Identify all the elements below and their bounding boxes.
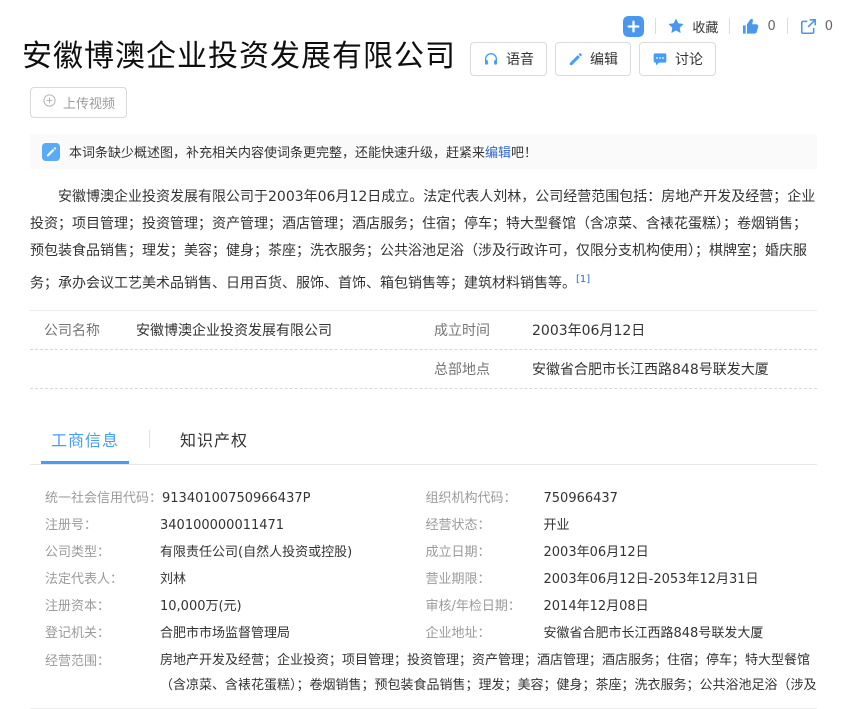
- like-count: 0: [767, 19, 775, 34]
- founding-date-label: 成立日期：: [424, 539, 544, 566]
- table-row: 公司名称 安徽博澳企业投资发展有限公司 成立时间 2003年06月12日: [30, 311, 817, 350]
- founding-date-value: 2003年06月12日: [544, 539, 818, 566]
- chat-bubble-icon: [652, 51, 668, 67]
- share-count: 0: [825, 19, 833, 34]
- company-name-label: 公司名称: [44, 320, 136, 340]
- business-scope-label: 经营范围：: [30, 648, 160, 675]
- tab-bar: 工商信息 知识产权: [30, 419, 817, 465]
- company-summary: 安徽博澳企业投资发展有限公司于2003年06月12日成立。法定代表人刘林，公司经…: [30, 184, 817, 298]
- tab-business-info[interactable]: 工商信息: [48, 419, 122, 464]
- detail-row: 注册资本： 10,000万(元): [30, 593, 424, 620]
- detail-row-business-scope: 经营范围： 房地产开发及经营；企业投资；项目管理；投资管理；资产管理；酒店管理；…: [30, 648, 817, 698]
- headphones-icon: [483, 51, 499, 67]
- detail-row: 组织机构代码： 750966437: [424, 485, 818, 512]
- notice-text-after: 吧！: [511, 146, 537, 161]
- registered-capital-value: 10,000万(元): [160, 593, 424, 620]
- detail-row: 经营状态： 开业: [424, 512, 818, 539]
- detail-grid: 统一社会信用代码： 91340100750966437P 注册号： 340100…: [30, 485, 817, 647]
- inspection-date-value: 2014年12月08日: [544, 593, 818, 620]
- divider: [729, 18, 730, 34]
- registration-no-value: 340100000011471: [160, 512, 424, 539]
- notice-text: 本词条缺少概述图，补充相关内容使词条更完整，还能快速升级，赶紧来编辑吧！: [69, 142, 537, 161]
- detail-column-right: 组织机构代码： 750966437 经营状态： 开业 成立日期： 2003年06…: [424, 485, 818, 647]
- hq-value: 安徽省合肥市长江西路848号联发大厦: [532, 359, 817, 379]
- credit-code-value: 91340100750966437P: [162, 485, 423, 512]
- circle-plus-icon: [42, 93, 57, 112]
- legal-rep-value: 刘林: [160, 566, 424, 593]
- company-address-label: 企业地址：: [424, 620, 544, 647]
- tab-intellectual-property[interactable]: 知识产权: [177, 419, 251, 464]
- voice-button[interactable]: 语音: [470, 42, 547, 76]
- edit-label: 编辑: [590, 49, 618, 69]
- detail-row: 审核/年检日期： 2014年12月08日: [424, 593, 818, 620]
- baike-entry-page: 收藏 0 0 安徽博澳企业投资发展有限公司 语音: [0, 0, 847, 658]
- notice-text-before: 本词条缺少概述图，补充相关内容使词条更完整，还能快速升级，赶紧来: [69, 146, 485, 161]
- divider: [655, 18, 656, 34]
- business-scope-value: 房地产开发及经营；企业投资；项目管理；投资管理；资产管理；酒店管理；酒店服务；住…: [160, 648, 817, 698]
- business-status-label: 经营状态：: [424, 512, 544, 539]
- company-name-value: 安徽博澳企业投资发展有限公司: [136, 320, 434, 340]
- basic-info-table: 公司名称 安徽博澳企业投资发展有限公司 成立时间 2003年06月12日 总部地…: [30, 310, 817, 389]
- pencil-icon: [568, 52, 583, 67]
- add-button[interactable]: [623, 16, 644, 37]
- favorite-label: 收藏: [692, 17, 718, 36]
- edit-button[interactable]: 编辑: [555, 42, 631, 76]
- business-term-value: 2003年06月12日-2053年12月31日: [544, 566, 818, 593]
- org-code-value: 750966437: [544, 485, 818, 512]
- company-type-value: 有限责任公司(自然人投资或控股): [160, 539, 424, 566]
- detail-row: 登记机关： 合肥市市场监督管理局: [30, 620, 424, 647]
- thumbs-up-icon: [741, 17, 760, 36]
- detail-row: 法定代表人： 刘林: [30, 566, 424, 593]
- business-term-label: 营业期限：: [424, 566, 544, 593]
- tab-divider: [149, 430, 150, 448]
- business-info-section: 统一社会信用代码： 91340100750966437P 注册号： 340100…: [30, 485, 817, 709]
- plus-square-icon: [623, 16, 644, 37]
- top-action-bar: 收藏 0 0: [0, 0, 847, 38]
- title-buttons: 语音 编辑 讨论: [470, 42, 716, 76]
- discuss-button[interactable]: 讨论: [639, 42, 716, 76]
- registration-no-label: 注册号：: [30, 512, 160, 539]
- voice-label: 语音: [506, 49, 534, 69]
- share-button[interactable]: 0: [799, 17, 833, 36]
- summary-text: 安徽博澳企业投资发展有限公司于2003年06月12日成立。法定代表人刘林，公司经…: [30, 189, 815, 292]
- detail-row: 营业期限： 2003年06月12日-2053年12月31日: [424, 566, 818, 593]
- business-status-value: 开业: [544, 512, 818, 539]
- star-icon: [667, 17, 685, 35]
- company-type-label: 公司类型：: [30, 539, 160, 566]
- upload-video-label: 上传视频: [63, 93, 115, 112]
- registry-authority-value: 合肥市市场监督管理局: [160, 620, 424, 647]
- title-row: 安徽博澳企业投资发展有限公司 语音 编辑 讨论: [0, 38, 847, 76]
- detail-column-left: 统一社会信用代码： 91340100750966437P 注册号： 340100…: [30, 485, 424, 647]
- notice-edit-link[interactable]: 编辑: [485, 146, 511, 161]
- detail-row: 成立日期： 2003年06月12日: [424, 539, 818, 566]
- table-row: 总部地点 安徽省合肥市长江西路848号联发大厦: [30, 350, 817, 389]
- share-icon: [799, 17, 818, 36]
- favorite-button[interactable]: 收藏: [667, 17, 718, 36]
- company-address-value: 安徽省合肥市长江西路848号联发大厦: [544, 620, 818, 647]
- detail-row: 统一社会信用代码： 91340100750966437P: [30, 485, 424, 512]
- founded-label: 成立时间: [434, 320, 532, 340]
- org-code-label: 组织机构代码：: [424, 485, 544, 512]
- inspection-date-label: 审核/年检日期：: [424, 593, 544, 620]
- edit-pencil-icon: [42, 143, 60, 161]
- hq-label: 总部地点: [434, 359, 532, 379]
- page-title: 安徽博澳企业投资发展有限公司: [22, 38, 456, 76]
- detail-row: 公司类型： 有限责任公司(自然人投资或控股): [30, 539, 424, 566]
- founded-value: 2003年06月12日: [532, 320, 817, 340]
- credit-code-label: 统一社会信用代码：: [30, 485, 162, 512]
- discuss-label: 讨论: [675, 49, 703, 69]
- registry-authority-label: 登记机关：: [30, 620, 160, 647]
- upload-video-button[interactable]: 上传视频: [30, 87, 127, 118]
- like-button[interactable]: 0: [741, 17, 775, 36]
- reference-link[interactable]: [1]: [576, 274, 590, 285]
- divider: [787, 18, 788, 34]
- legal-rep-label: 法定代表人：: [30, 566, 160, 593]
- detail-row: 企业地址： 安徽省合肥市长江西路848号联发大厦: [424, 620, 818, 647]
- notice-banner: 本词条缺少概述图，补充相关内容使词条更完整，还能快速升级，赶紧来编辑吧！: [30, 134, 817, 169]
- registered-capital-label: 注册资本：: [30, 593, 160, 620]
- detail-row: 注册号： 340100000011471: [30, 512, 424, 539]
